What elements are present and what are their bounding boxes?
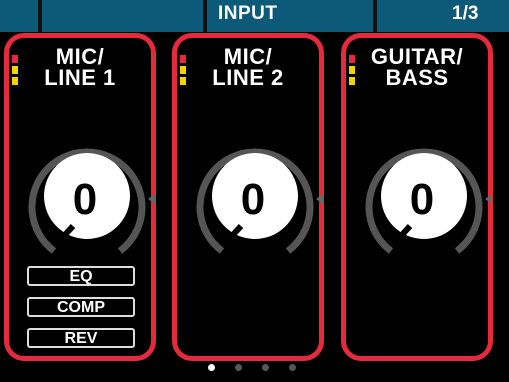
knob-value: 0 (72, 175, 98, 224)
channel-strip-mic-line-1[interactable]: MIC/ LINE 1 0 EQ COMP REV (4, 33, 156, 361)
header-bar: INPUT 1/3 (0, 0, 509, 32)
page-dot[interactable] (262, 364, 269, 371)
knob-value: 0 (409, 175, 435, 224)
header-divider (38, 0, 42, 32)
page-dot[interactable] (289, 364, 296, 371)
channel-name: GUITAR/ BASS (370, 44, 464, 90)
page-dot[interactable] (235, 364, 242, 371)
page-dot[interactable] (208, 364, 215, 371)
channel-strip-mic-line-2[interactable]: MIC/ LINE 2 0 (172, 33, 324, 361)
comp-button[interactable]: COMP (27, 297, 135, 317)
eq-button[interactable]: EQ (27, 266, 135, 286)
page-indicator: 1/3 (452, 3, 479, 24)
rev-button[interactable]: REV (27, 328, 135, 348)
channel-strip-guitar-bass[interactable]: GUITAR/ BASS 0 (341, 33, 493, 361)
channel-name: MIC/ LINE 1 (44, 44, 116, 90)
knob-value: 0 (240, 175, 266, 224)
page-title: INPUT (218, 3, 278, 24)
channel-name: MIC/ LINE 2 (212, 44, 284, 90)
header-divider (203, 0, 207, 32)
header-divider (373, 0, 377, 32)
